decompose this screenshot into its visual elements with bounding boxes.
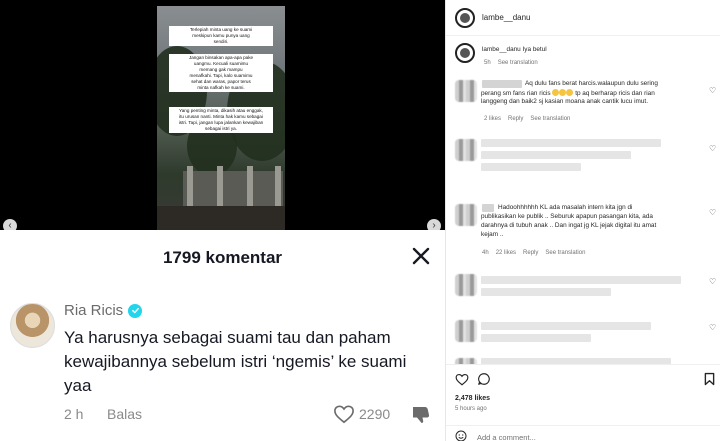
comment-line-text: tp aq berharap ricis dan rian [575,90,655,97]
reply-time: 5h [484,60,491,66]
comment-text: Ya harusnya sebagai suami tau dan paham … [64,328,407,395]
blurred-text [481,322,651,330]
like-count: 2290 [359,406,391,422]
video-caption-3: Yang penting minta, dikasih atau enggak,… [169,107,273,133]
bookmark-icon[interactable] [704,372,715,386]
comment-icon[interactable] [477,372,491,386]
comment-item [446,356,720,364]
emoji-icon [566,89,574,96]
avatar[interactable] [10,303,55,348]
commenter-name-label[interactable]: Ria Ricis [64,302,123,319]
comments-sheet: 1799 komentar Ria Ricis Ya harusnya seba… [0,230,445,441]
add-comment-input[interactable]: Add a comment... [477,433,536,441]
heart-icon[interactable]: ♡ [709,87,717,95]
comment-line: darahnya di tubuh anak .. Dan ingat jg K… [481,222,657,229]
video-caption-1: Terlepiah minta uang ke suami meskipun k… [169,26,273,46]
blurred-text [481,163,581,171]
blurred-text [481,334,591,342]
avatar[interactable] [455,43,475,63]
blurred-avatar [455,80,477,102]
comment-time: 2 h [64,406,84,422]
reply-button[interactable]: Balas [107,406,142,422]
fence [183,171,283,211]
likes-count[interactable]: 2,478 likes [455,395,490,402]
comment-time: 4h [482,250,489,256]
heart-icon[interactable] [455,373,469,386]
blurred-avatar [455,274,477,296]
blurred-avatar [455,320,477,342]
heart-icon[interactable]: ♡ [709,209,717,217]
dislike-icon[interactable] [410,403,432,425]
tiktok-panel: Terlepiah minta uang ke suami meskipun k… [0,0,445,441]
reply-text: Iya betul [522,46,547,53]
reply-username[interactable]: lambe__danu [482,46,521,53]
screenshot-collage: Terlepiah minta uang ke suami meskipun k… [0,0,720,441]
comment-item: Aq dulu fans berat harcis.walaupun dulu … [446,74,720,124]
reply-meta: 5h See translation [484,60,538,66]
fence-post [275,166,281,211]
comment-line: publikasikan ke publik .. Seburuk apapun… [481,213,653,220]
comment-count-title: 1799 komentar [162,248,283,267]
post-time: 5 hours ago [455,406,487,412]
fence-post [217,166,223,211]
fence-post [247,166,253,211]
video-frame: Terlepiah minta uang ke suami meskipun k… [157,6,285,230]
see-translation-link[interactable]: See translation [530,116,570,122]
instagram-panel: lambe__danu lambe__danu Iya betul 5h See… [445,0,720,441]
commenter-name[interactable]: Ria Ricis [64,302,143,319]
comment-line: Hadoohhhhhh KL ada masalah intern kita j… [498,204,633,211]
blurred-text [481,288,611,296]
video-caption-2: Jangan binsakan apa-apa pake uangmu. Kec… [169,54,273,92]
comment-line: kejam .. [481,231,504,238]
like-count: 22 likes [495,250,517,256]
comment-meta: 4h 22 likes Reply See translation [482,250,585,256]
video-player[interactable]: Terlepiah minta uang ke suami meskipun k… [0,0,445,230]
comment-item: ♡ [446,272,720,302]
post-header: lambe__danu [446,0,720,36]
emoji-icon[interactable] [455,430,467,441]
comment-meta: 2 likes Reply See translation [484,116,570,122]
close-icon[interactable] [410,245,432,267]
blurred-avatar [455,139,477,161]
add-comment-bar: Add a comment... [446,425,720,441]
blurred-text [481,151,631,159]
blurred-text [481,276,681,284]
comment-line: perang sm fans rian ricis tp aq berharap… [481,89,655,98]
comment-line-text: perang sm fans rian ricis [481,90,551,97]
comment-line: langgeng dan baik2 sj kasian moana anak … [481,98,648,105]
blurred-avatar [455,204,477,226]
reply-button[interactable]: Reply [523,250,538,256]
comment-line: Aq dulu fans berat harcis.walaupun dulu … [525,80,658,87]
reply-line: lambe__danu Iya betul [482,46,547,54]
like-count: 2 likes [484,116,502,122]
blurred-text [481,139,661,147]
post-actions: 2,478 likes 5 hours ago Add a comment... [446,364,720,441]
blurred-username [482,80,522,88]
reply-button[interactable]: Reply [508,116,523,122]
fence-post [187,166,193,211]
verified-icon [128,303,143,318]
chevron-left-icon[interactable]: ‹ [3,219,17,230]
see-translation-link[interactable]: See translation [545,250,585,256]
avatar[interactable] [455,8,475,28]
heart-outline-icon[interactable] [333,404,355,424]
ground [157,206,285,230]
see-translation-link[interactable]: See translation [498,60,538,66]
heart-icon[interactable]: ♡ [709,278,717,286]
blurred-username [482,204,494,212]
comment-item: ♡ [446,135,720,175]
emoji-icon [552,89,560,96]
comment-item: ♡ [446,318,720,348]
emoji-icon [559,89,567,96]
heart-icon[interactable]: ♡ [709,324,717,332]
comment-item: Hadoohhhhhh KL ada masalah intern kita j… [446,200,720,262]
post-username[interactable]: lambe__danu [482,13,530,22]
heart-icon[interactable]: ♡ [709,145,717,153]
chevron-right-icon[interactable]: › [427,219,441,230]
